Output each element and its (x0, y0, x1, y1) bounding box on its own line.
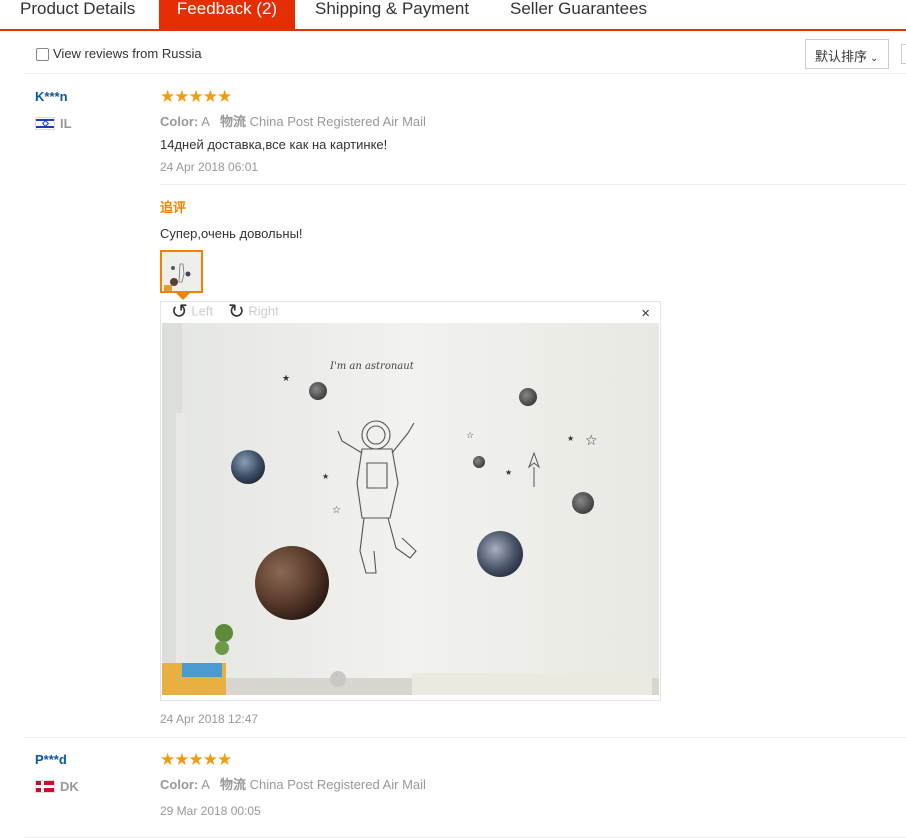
shipping-label: 物流 (220, 777, 247, 792)
sort-dropdown[interactable]: 默认排序 ⌄ (805, 39, 889, 69)
review-text: 14дней доставка,все как на картинке! (160, 137, 388, 152)
thumbnail-image (162, 252, 201, 291)
tab-shipping-payment[interactable]: Shipping & Payment (315, 0, 469, 29)
russia-filter-label[interactable]: View reviews from Russia (53, 46, 202, 61)
reviewer-name[interactable]: P***d (35, 752, 67, 767)
svg-text:★: ★ (322, 472, 329, 481)
color-label: Color: (160, 114, 199, 129)
reviewer-name[interactable]: K***n (35, 89, 68, 104)
review-filter-bar: View reviews from Russia 默认排序 ⌄ (25, 38, 906, 74)
shipping-value: China Post Registered Air Mail (249, 114, 426, 129)
chevron-down-icon: ⌄ (870, 53, 879, 64)
order-info: Color: A 物流 China Post Registered Air Ma… (160, 111, 426, 130)
svg-text:★: ★ (505, 468, 512, 477)
rotate-right-button[interactable]: ↻ Right (228, 301, 279, 323)
side-toggle-button[interactable] (901, 44, 906, 64)
additional-review-text: Супер,очень довольны! (160, 226, 303, 241)
review-item: P***d DK ★★★★★ Color: A 物流 China Post Re… (25, 738, 906, 838)
star-rating: ★★★★★ (160, 87, 232, 106)
review-item: K***n IL ★★★★★ Color: A 物流 China Post Re… (25, 75, 906, 738)
review-date: 24 Apr 2018 06:01 (160, 160, 259, 174)
shipping-label: 物流 (220, 114, 247, 129)
astronaut-wall-photo: I'm an astronaut ★ ★ ☆ ☆ ★ ★ ☆ (162, 323, 659, 695)
review-photo: I'm an astronaut ★ ★ ☆ ☆ ★ ★ ☆ (162, 323, 659, 695)
additional-feedback-label: 追评 (160, 200, 187, 215)
tab-feedback[interactable]: Feedback (2) (159, 0, 295, 29)
divider (160, 184, 906, 185)
color-value: A (201, 114, 210, 129)
svg-text:☆: ☆ (466, 430, 474, 440)
denmark-flag-icon (35, 780, 55, 793)
svg-text:☆: ☆ (585, 432, 598, 448)
thumbnail-pointer (176, 293, 190, 300)
sort-label: 默认排序 (815, 49, 868, 64)
close-icon[interactable]: × (641, 305, 650, 322)
israel-flag-icon (35, 117, 55, 130)
reviewer-country: IL (60, 116, 72, 131)
wall-decal-text: I'm an astronaut (329, 361, 415, 372)
rotate-right-label: Right (248, 303, 279, 319)
shipping-value: China Post Registered Air Mail (249, 777, 426, 792)
additional-review-date: 24 Apr 2018 12:47 (160, 712, 259, 726)
svg-text:☆: ☆ (332, 505, 341, 516)
rotate-left-button[interactable]: ↺ Left (171, 301, 214, 323)
color-value: A (201, 777, 210, 792)
order-info: Color: A 物流 China Post Registered Air Ma… (160, 774, 426, 793)
tab-bar: Product Details Feedback (2) Shipping & … (0, 0, 906, 31)
rotate-left-icon: ↺ (171, 301, 188, 323)
svg-text:★: ★ (282, 373, 290, 383)
color-label: Color: (160, 777, 199, 792)
star-rating: ★★★★★ (160, 750, 232, 769)
review-photo-thumbnail[interactable] (160, 250, 203, 293)
tab-seller-guarantees[interactable]: Seller Guarantees (510, 0, 647, 29)
viewer-toolbar: ↺ Left ↻ Right × (161, 302, 660, 323)
photo-viewer: ↺ Left ↻ Right × I'm an astronaut ★ ★ ☆ … (160, 301, 661, 701)
rotate-right-icon: ↻ (228, 301, 245, 323)
russia-filter-checkbox[interactable] (36, 48, 49, 61)
tab-product-details[interactable]: Product Details (20, 0, 135, 29)
review-date: 29 Mar 2018 00:05 (160, 804, 261, 818)
reviewer-country: DK (60, 779, 79, 794)
rotate-left-label: Left (191, 303, 214, 319)
svg-text:★: ★ (567, 434, 574, 443)
